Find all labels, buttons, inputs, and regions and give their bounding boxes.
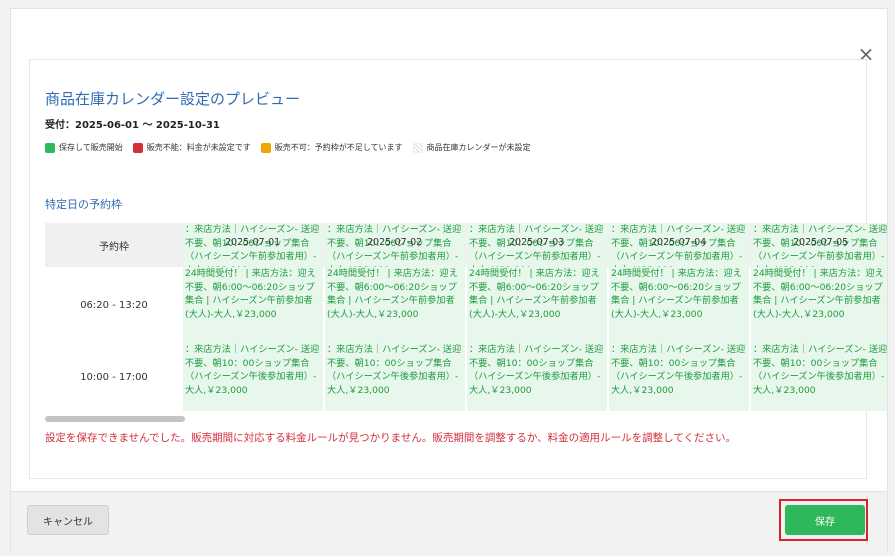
legend: 保存して販売開始 販売不能：料金が未設定です 販売不可：予約枠が不足しています … — [45, 142, 541, 153]
date-label: 2025-07-02 — [367, 237, 423, 248]
preview-modal: × 商品在庫カレンダー設定のプレビュー 受付：2025-06-01 〜 2025… — [10, 8, 888, 552]
green-swatch-icon — [45, 142, 55, 153]
legend-label: 販売不可：予約枠が不足しています — [274, 143, 403, 152]
slot-cell[interactable]: ：来店方法｜ハイシーズン- 送迎不要、朝10：00ショップ集合（ハイシーズン午後… — [467, 343, 607, 411]
red-swatch-icon — [132, 142, 143, 153]
date-column: ：来店方法｜ハイシーズン- 送迎不要、朝10：00ショップ集合（ハイシーズン午前… — [183, 223, 323, 411]
date-label: 2025-07-01 — [225, 237, 281, 248]
cancel-button[interactable]: キャンセル — [27, 505, 109, 535]
slot-cell[interactable]: 24時間受付！ | 来店方法：迎え不要、朝6:00〜06:20ショップ集合 | … — [325, 267, 465, 343]
legend-item-ok: 保存して販売開始 — [45, 142, 123, 153]
slot-cell[interactable]: 24時間受付！ | 来店方法：迎え不要、朝6:00〜06:20ショップ集合 | … — [467, 267, 607, 343]
legend-item-no-slots: 販売不可：予約枠が不足しています — [260, 142, 403, 153]
legend-label: 保存して販売開始 — [59, 143, 123, 152]
calendar-table: 予約枠 06:20 - 13:20 10:00 - 17:00 ：来店方法｜ハイ… — [45, 223, 887, 411]
hatched-swatch-icon — [412, 142, 423, 153]
slot-cell[interactable]: 24時間受付！ | 来店方法：迎え不要、朝6:00〜06:20ショップ集合 | … — [751, 267, 887, 343]
error-message: 設定を保存できませんでした。販売期間に対応する料金ルールが見つかりません。販売期… — [45, 432, 737, 444]
legend-item-unset: 商品在庫カレンダーが未設定 — [412, 142, 531, 153]
preview-card: 商品在庫カレンダー設定のプレビュー 受付：2025-06-01 〜 2025-1… — [29, 59, 887, 479]
legend-item-no-price: 販売不能：料金が未設定です — [132, 142, 251, 153]
date-label: 2025-07-05 — [793, 237, 849, 248]
slot-cell[interactable]: ：来店方法｜ハイシーズン- 送迎不要、朝10：00ショップ集合（ハイシーズン午後… — [751, 343, 887, 411]
date-column: ：来店方法｜ハイシーズン- 送迎不要、朝10：00ショップ集合（ハイシーズン午前… — [609, 223, 749, 411]
header-label: 予約枠 — [99, 241, 129, 253]
modal-footer: キャンセル 保存 — [11, 491, 887, 552]
slot-cell[interactable]: ：来店方法｜ハイシーズン- 送迎不要、朝10：00ショップ集合（ハイシーズン午後… — [325, 343, 465, 411]
row-label-1: 06:20 - 13:20 — [80, 299, 148, 311]
save-button[interactable]: 保存 — [785, 505, 865, 535]
horizontal-scrollbar[interactable] — [45, 416, 185, 422]
legend-label: 販売不能：料金が未設定です — [146, 143, 251, 152]
page-title: 商品在庫カレンダー設定のプレビュー — [45, 90, 301, 108]
date-column: ：来店方法｜ハイシーズン- 送迎不要、朝10：00ショップ集合（ハイシーズン午前… — [751, 223, 887, 411]
slot-cell[interactable]: 24時間受付！ | 来店方法：迎え不要、朝6:00〜06:20ショップ集合 | … — [609, 267, 749, 343]
date-column: ：来店方法｜ハイシーズン- 送迎不要、朝10：00ショップ集合（ハイシーズン午前… — [325, 223, 465, 411]
orange-swatch-icon — [260, 142, 271, 153]
date-range: 受付：2025-06-01 〜 2025-10-31 — [45, 120, 220, 131]
section-title: 特定日の予約枠 — [45, 198, 122, 211]
legend-label: 商品在庫カレンダーが未設定 — [426, 143, 531, 152]
date-label: 2025-07-03 — [509, 237, 565, 248]
slot-cell[interactable]: 24時間受付！ | 来店方法：迎え不要、朝6:00〜06:20ショップ集合 | … — [183, 267, 323, 343]
slot-cell[interactable]: ：来店方法｜ハイシーズン- 送迎不要、朝10：00ショップ集合（ハイシーズン午後… — [183, 343, 323, 411]
date-label: 2025-07-04 — [651, 237, 707, 248]
slot-cell[interactable]: ：来店方法｜ハイシーズン- 送迎不要、朝10：00ショップ集合（ハイシーズン午後… — [609, 343, 749, 411]
date-column: ：来店方法｜ハイシーズン- 送迎不要、朝10：00ショップ集合（ハイシーズン午前… — [467, 223, 607, 411]
row-label-2: 10:00 - 17:00 — [80, 371, 148, 383]
